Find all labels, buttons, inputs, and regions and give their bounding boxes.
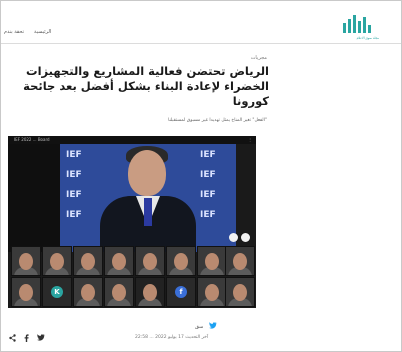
participant-tile (197, 277, 227, 307)
participant-tile (104, 277, 134, 307)
participant-tile: f (166, 277, 196, 307)
ief-banner-text: IEF (200, 210, 216, 220)
participant-tile (197, 246, 227, 276)
video-control-button[interactable] (241, 233, 250, 242)
participant-tile (11, 277, 41, 307)
participant-tile (135, 246, 165, 276)
participant-tile (225, 246, 255, 276)
nav-item-2[interactable]: تحقة بندم (4, 29, 24, 35)
social-share-bar (9, 334, 45, 344)
participant-initial: f (175, 286, 187, 298)
ief-banner-text: IEF (200, 170, 216, 180)
video-side-panel (8, 144, 60, 252)
speaker-head (128, 150, 166, 196)
video-control-button[interactable] (229, 233, 238, 242)
participant-tile (225, 277, 255, 307)
participant-tile (135, 277, 165, 307)
twitter-icon[interactable] (209, 322, 218, 331)
video-player[interactable]: IEF 2022 ... Board ⋮ IEF IEF IEF IEF IEF… (8, 136, 256, 308)
participant-tile (42, 246, 72, 276)
participant-tile: K (42, 277, 72, 307)
share-label: سق (195, 323, 204, 330)
article-category[interactable]: مجريات (251, 55, 267, 61)
video-title: IEF 2022 ... Board (14, 137, 50, 142)
top-bar: مجلة سوق الاعلام الرئيسية تحقة بندم (1, 1, 401, 44)
ief-banner-text: IEF (66, 210, 82, 220)
share-icon[interactable] (9, 334, 16, 344)
speaker-tie (144, 198, 152, 226)
twitter-icon[interactable] (37, 334, 45, 344)
participant-tile (73, 246, 103, 276)
logo-caption: مجلة سوق الاعلام (356, 36, 379, 40)
ief-banner-text: IEF (66, 190, 82, 200)
nav-bar: الرئيسية تحقة بندم (4, 29, 51, 35)
video-top-bar: IEF 2022 ... Board ⋮ (8, 136, 256, 144)
participant-tile (166, 246, 196, 276)
facebook-icon[interactable] (24, 334, 29, 344)
update-date: آخر التحديث 17 يوليو 2022 ... 22:58 (135, 335, 209, 340)
participant-tile (73, 277, 103, 307)
ief-banner-text: IEF (66, 150, 82, 160)
ief-banner-text: IEF (200, 150, 216, 160)
ief-banner-text: IEF (200, 190, 216, 200)
article-subtitle: "الفعل" تغير المناخ يمثل تهديدا غير مسبو… (168, 118, 267, 123)
nav-item-home[interactable]: الرئيسية (34, 29, 51, 35)
participant-tile (104, 246, 134, 276)
site-logo[interactable] (341, 11, 373, 37)
ief-banner-text: IEF (66, 170, 82, 180)
article-title: الرياض تحتضن فعالية المشاريع والتجهيزات … (23, 64, 269, 108)
participant-grid: K f (11, 246, 255, 307)
menu-icon[interactable]: ⋮ (248, 137, 252, 142)
participant-tile (11, 246, 41, 276)
participant-initial: K (51, 286, 63, 298)
share-row: سق (195, 322, 218, 331)
speaker-view: IEF IEF IEF IEF IEF IEF IEF IEF (60, 144, 236, 252)
